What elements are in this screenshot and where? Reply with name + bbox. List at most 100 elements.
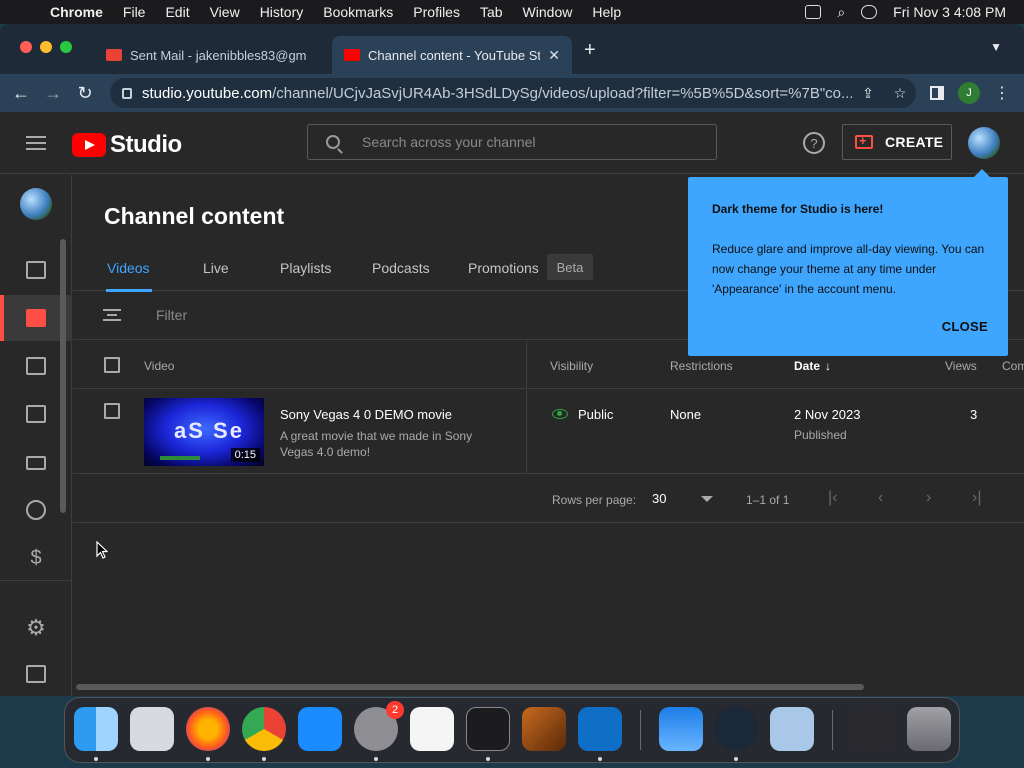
sidebar-item-settings[interactable]: ⚙: [0, 605, 72, 651]
trash-icon[interactable]: [907, 707, 951, 751]
forward-button[interactable]: →: [42, 83, 64, 104]
popup-close-button[interactable]: CLOSE: [942, 319, 988, 334]
column-visibility[interactable]: Visibility: [550, 359, 593, 373]
tab-podcasts[interactable]: Podcasts: [372, 260, 430, 276]
terminal-icon[interactable]: [466, 707, 510, 751]
tab-title: Channel content - YouTube St: [368, 47, 541, 63]
menu-help[interactable]: Help: [592, 4, 621, 20]
profile-avatar[interactable]: J: [958, 82, 980, 104]
textedit-icon[interactable]: [410, 707, 454, 751]
system-settings-icon[interactable]: 2: [354, 701, 404, 751]
horizontal-scrollbar[interactable]: [76, 684, 864, 690]
firefox-icon[interactable]: [186, 707, 230, 751]
running-indicator: [262, 757, 266, 761]
row-checkbox[interactable]: [104, 403, 120, 419]
preview-icon[interactable]: [770, 707, 814, 751]
url-text: studio.youtube.com/channel/UCjvJaSvjUR4A…: [142, 85, 852, 102]
analytics-icon: [26, 357, 46, 375]
menubar-clock[interactable]: Fri Nov 3 4:08 PM: [893, 4, 1006, 20]
create-button[interactable]: CREATE: [842, 124, 952, 160]
tab-gmail[interactable]: Sent Mail - jakenibbles83@gm: [94, 36, 330, 74]
rows-per-page-select[interactable]: 30: [652, 491, 666, 506]
share-icon[interactable]: ⇪: [860, 85, 876, 102]
lock-icon[interactable]: [122, 87, 132, 99]
zoom-window-button[interactable]: [60, 41, 72, 53]
new-tab-button[interactable]: +: [584, 39, 596, 62]
minimize-window-button[interactable]: [40, 41, 52, 53]
first-page-icon[interactable]: |‹: [828, 489, 837, 507]
date-value: 2 Nov 2023: [794, 407, 861, 422]
bookmark-star-icon[interactable]: ☆: [892, 85, 908, 102]
finder-icon[interactable]: [74, 707, 118, 751]
dollar-icon: $: [30, 546, 42, 569]
tab-promotions[interactable]: Promotions: [468, 260, 539, 276]
launchpad-icon[interactable]: [130, 707, 174, 751]
kebab-menu-icon[interactable]: ⋮: [994, 83, 1010, 103]
dock-separator: [832, 710, 833, 750]
menu-view[interactable]: View: [210, 4, 240, 20]
thumbnail-text: aS Se: [174, 418, 244, 443]
sort-arrow-down-icon[interactable]: ↓: [825, 359, 831, 373]
menu-history[interactable]: History: [260, 4, 304, 20]
menu-app-name[interactable]: Chrome: [50, 4, 103, 20]
minimized-window-thumbnail[interactable]: [850, 707, 894, 751]
filter-icon[interactable]: [103, 309, 121, 321]
next-page-icon[interactable]: ›: [926, 489, 931, 507]
account-avatar[interactable]: [968, 127, 1000, 159]
menu-bookmarks[interactable]: Bookmarks: [323, 4, 393, 20]
address-bar[interactable]: studio.youtube.com/channel/UCjvJaSvjUR4A…: [110, 78, 916, 108]
tab-playlists[interactable]: Playlists: [280, 260, 331, 276]
menu-tab[interactable]: Tab: [480, 4, 503, 20]
studio-logo[interactable]: Studio: [72, 131, 182, 159]
column-video: Video: [144, 359, 175, 373]
column-views[interactable]: Views: [945, 359, 977, 373]
chevron-down-icon[interactable]: [701, 496, 713, 502]
menu-edit[interactable]: Edit: [165, 4, 189, 20]
steam-icon[interactable]: [714, 707, 758, 751]
menu-window[interactable]: Window: [523, 4, 573, 20]
visibility-value[interactable]: Public: [578, 407, 613, 422]
weather-icon[interactable]: [659, 707, 703, 751]
spotlight-search-icon[interactable]: ⌕: [837, 4, 845, 21]
sidebar-channel-avatar[interactable]: [0, 181, 72, 227]
menu-profiles[interactable]: Profiles: [413, 4, 460, 20]
app-store-icon[interactable]: [298, 707, 342, 751]
hamburger-menu-icon[interactable]: [26, 136, 46, 150]
close-window-button[interactable]: [20, 41, 32, 53]
tab-search-chevron-icon[interactable]: ▼: [990, 40, 1002, 54]
filter-input[interactable]: Filter: [156, 307, 187, 323]
column-restrictions[interactable]: Restrictions: [670, 359, 733, 373]
select-all-checkbox[interactable]: [104, 357, 120, 373]
running-indicator: [598, 757, 602, 761]
tab-videos[interactable]: Videos: [107, 260, 150, 276]
column-date[interactable]: Date: [794, 359, 820, 373]
garageband-icon[interactable]: [522, 707, 566, 751]
side-panel-icon[interactable]: [930, 86, 944, 100]
close-tab-icon[interactable]: ✕: [548, 47, 560, 64]
channel-search-input[interactable]: Search across your channel: [307, 124, 717, 160]
screen-mirroring-icon[interactable]: [805, 5, 822, 19]
help-icon[interactable]: ?: [803, 132, 825, 154]
sidebar-item-earn[interactable]: $: [0, 535, 72, 581]
back-button[interactable]: ←: [10, 83, 32, 104]
sidebar-item-feedback[interactable]: [0, 651, 72, 696]
tab-strip: Sent Mail - jakenibbles83@gm Channel con…: [0, 24, 1024, 74]
column-comments[interactable]: Com: [1002, 359, 1024, 373]
chrome-icon[interactable]: [242, 707, 286, 751]
channel-avatar: [20, 188, 52, 220]
reload-button[interactable]: ↻: [74, 83, 96, 104]
menu-file[interactable]: File: [123, 4, 146, 20]
table-row[interactable]: aS Se 0:15 Sony Vegas 4 0 DEMO movie A g…: [73, 390, 1024, 474]
control-center-icon[interactable]: [861, 5, 878, 19]
page-title: Channel content: [104, 203, 285, 229]
running-indicator: [206, 757, 210, 761]
last-page-icon[interactable]: ›|: [972, 489, 981, 507]
gear-icon: ⚙: [26, 615, 46, 640]
tab-live[interactable]: Live: [203, 260, 229, 276]
video-thumbnail[interactable]: aS Se 0:15: [144, 398, 264, 466]
sidebar-scrollbar[interactable]: [60, 239, 66, 513]
previous-page-icon[interactable]: ‹: [878, 489, 883, 507]
vscode-icon[interactable]: [578, 707, 622, 751]
tab-youtube-studio[interactable]: Channel content - YouTube St ✕: [332, 36, 572, 74]
video-title[interactable]: Sony Vegas 4 0 DEMO movie: [280, 407, 452, 422]
